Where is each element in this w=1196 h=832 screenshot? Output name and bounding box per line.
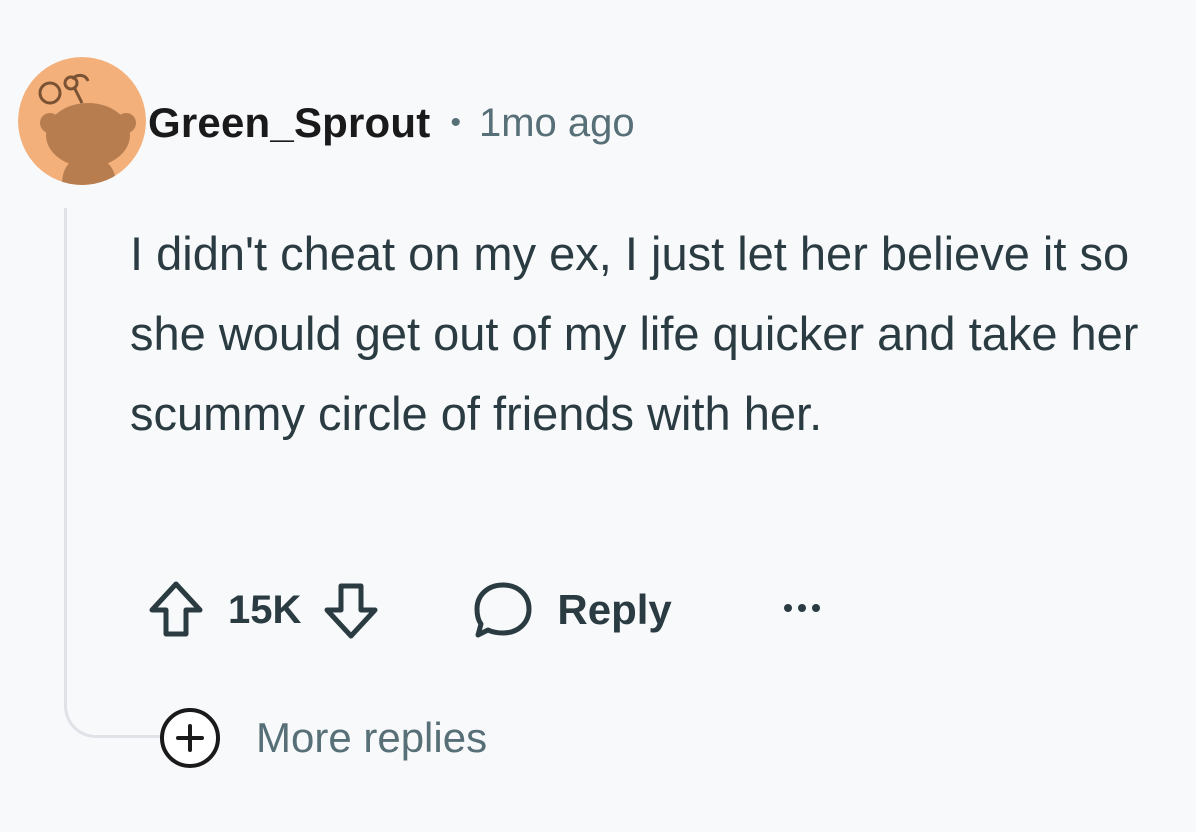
comment-actions: 15K Reply (144, 578, 822, 642)
snoo-avatar-icon (18, 57, 146, 185)
comment-header: Green_Sprout • 1mo ago (148, 98, 635, 148)
meta-separator: • (450, 106, 461, 139)
reply-button[interactable]: Reply (473, 580, 672, 640)
username-link[interactable]: Green_Sprout (148, 99, 430, 147)
upvote-button[interactable] (144, 578, 208, 642)
more-replies-label: More replies (256, 714, 488, 761)
plus-circle-icon (160, 708, 220, 768)
arrow-down-icon (324, 583, 378, 639)
more-replies-button[interactable]: More replies (158, 706, 487, 770)
comment-body: I didn't cheat on my ex, I just let her … (130, 227, 1139, 440)
comment-page: Green_Sprout • 1mo ago I didn't cheat on… (0, 0, 1196, 832)
ellipsis-icon (783, 603, 820, 612)
downvote-button[interactable] (319, 578, 383, 642)
reply-label: Reply (557, 586, 672, 633)
user-avatar[interactable] (18, 57, 146, 185)
more-options-button[interactable] (782, 598, 822, 623)
speech-bubble-icon (474, 582, 532, 638)
vote-count: 15K (228, 587, 302, 632)
comment-timestamp[interactable]: 1mo ago (479, 101, 635, 146)
arrow-up-icon (149, 581, 203, 637)
